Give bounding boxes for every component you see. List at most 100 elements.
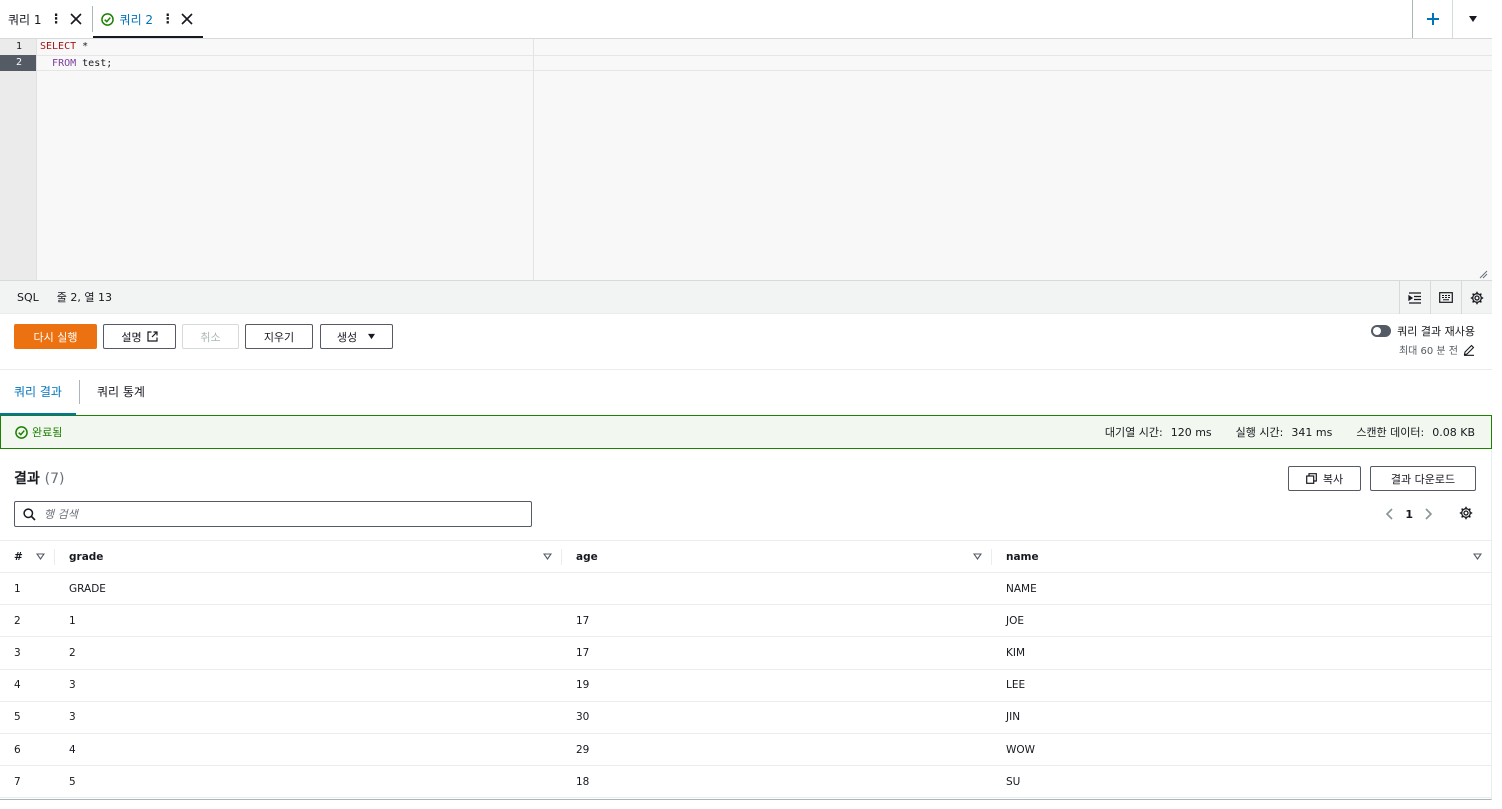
reuse-max-age: 최대 60 분 전 <box>1398 346 1458 357</box>
new-query-button[interactable] <box>1412 0 1452 38</box>
tab-query-2[interactable]: 쿼리 2 ⋮ <box>92 0 204 38</box>
explain-label: 설명 <box>121 330 142 344</box>
tab-divider <box>79 380 80 404</box>
column-title: grade <box>69 550 104 563</box>
create-dropdown-button[interactable]: 생성 <box>320 324 393 349</box>
column-title: # <box>14 550 23 563</box>
row-search-field[interactable] <box>14 501 532 527</box>
cell-grade: GRADE <box>55 572 562 606</box>
search-icon <box>23 507 36 521</box>
cell-name: NAME <box>992 572 1492 606</box>
cell-age <box>562 572 992 606</box>
data-scanned-label: 스캔한 데이터: <box>1356 426 1425 439</box>
cell-index: 5 <box>0 701 55 734</box>
chevron-left-icon[interactable] <box>1385 508 1393 520</box>
cell-grade: 5 <box>55 765 562 799</box>
tab-query-1[interactable]: 쿼리 1 ⋮ <box>0 0 92 38</box>
tab-query-results[interactable]: 쿼리 결과 <box>0 370 76 415</box>
results-panel: 결과 (7) 복사 결과 다운로드 1 # grade <box>0 449 1492 800</box>
cell-grade: 3 <box>55 669 562 702</box>
query-action-row: 다시 실행 설명 취소 지우기 생성 쿼리 결과 재사용 최대 60 분 전 <box>0 314 1492 369</box>
query-stats-summary: 대기열 시간: 120 ms 실행 시간: 341 ms 스캔한 데이터: 0.… <box>1081 416 1475 448</box>
column-header-index[interactable]: # <box>0 540 55 573</box>
copy-icon <box>1305 473 1317 484</box>
code-text: test; <box>76 58 113 69</box>
queue-time-label: 대기열 시간: <box>1104 426 1163 439</box>
more-options-icon[interactable]: ⋮ <box>161 12 174 27</box>
sql-editor[interactable]: 1 2 SELECT * FROM test; <box>0 39 1492 281</box>
result-tabs: 쿼리 결과 쿼리 통계 <box>0 369 1492 415</box>
success-check-icon <box>100 12 114 26</box>
data-scanned-value: 0.08 KB <box>1432 425 1475 439</box>
cell-name: KIM <box>992 636 1492 670</box>
cell-index: 6 <box>0 733 55 767</box>
download-results-button[interactable]: 결과 다운로드 <box>1370 466 1476 491</box>
cell-index: 7 <box>0 765 55 799</box>
query-tab-bar: 쿼리 1 ⋮ 쿼리 2 ⋮ <box>0 0 1492 39</box>
indent-icon <box>1408 291 1421 304</box>
status-text: 완료됨 <box>32 426 63 439</box>
editor-language: SQL <box>17 290 39 304</box>
results-table: # grade age name 1 GRADE NAME 2 1 17 JOE… <box>0 540 1492 799</box>
sort-caret-icon <box>973 553 982 560</box>
table-row: 2 1 17 JOE <box>0 604 1492 638</box>
resize-handle-icon[interactable] <box>1479 268 1488 279</box>
cell-age: 17 <box>562 604 992 638</box>
run-time-value: 341 ms <box>1291 425 1333 439</box>
sort-caret-icon <box>36 553 45 560</box>
cell-grade: 1 <box>55 604 562 638</box>
query-status-banner: 완료됨 대기열 시간: 120 ms 실행 시간: 341 ms 스캔한 데이터… <box>0 415 1492 449</box>
tabs-dropdown-button[interactable] <box>1452 0 1492 38</box>
chevron-right-icon[interactable] <box>1425 508 1433 520</box>
table-preferences-button[interactable] <box>1459 506 1473 523</box>
cell-age: 30 <box>562 701 992 734</box>
column-header-grade[interactable]: grade <box>55 540 562 573</box>
table-row: 6 4 29 WOW <box>0 733 1492 767</box>
code-area[interactable]: SELECT * FROM test; <box>37 39 1492 71</box>
table-row: 1 GRADE NAME <box>0 572 1492 606</box>
queue-time-value: 120 ms <box>1170 425 1212 439</box>
cell-name: WOW <box>992 733 1492 767</box>
current-page[interactable]: 1 <box>1405 508 1413 521</box>
tab-label: 쿼리 1 <box>8 12 42 27</box>
table-header-row: # grade age name <box>0 540 1492 573</box>
column-header-age[interactable]: age <box>562 540 992 573</box>
plus-icon <box>1426 13 1439 25</box>
format-query-button[interactable] <box>1399 281 1430 314</box>
caret-down-icon <box>368 333 376 340</box>
close-icon[interactable] <box>68 11 84 27</box>
gear-icon <box>1470 291 1484 304</box>
more-options-icon[interactable]: ⋮ <box>50 12 63 27</box>
print-margin <box>533 39 534 280</box>
keyboard-shortcuts-button[interactable] <box>1430 281 1461 314</box>
cell-age: 29 <box>562 733 992 767</box>
row-search-input[interactable] <box>44 507 504 521</box>
table-row: 7 5 18 SU <box>0 765 1492 799</box>
sql-keyword: FROM <box>52 58 77 69</box>
cell-name: JIN <box>992 701 1492 734</box>
column-title: name <box>1006 550 1039 563</box>
reuse-results-toggle[interactable] <box>1371 325 1392 337</box>
sort-caret-icon <box>1473 553 1482 560</box>
column-header-name[interactable]: name <box>992 540 1492 573</box>
run-time-label: 실행 시간: <box>1235 426 1284 439</box>
editor-status-bar: SQL 줄 2, 열 13 <box>0 281 1492 314</box>
reuse-label: 쿼리 결과 재사용 <box>1397 325 1475 338</box>
cell-name: JOE <box>992 604 1492 638</box>
cell-age: 18 <box>562 765 992 799</box>
copy-button[interactable]: 복사 <box>1288 466 1361 491</box>
explain-button[interactable]: 설명 <box>103 324 176 349</box>
editor-tools <box>1399 281 1492 314</box>
line-number: 1 <box>15 41 22 52</box>
edit-pencil-icon[interactable] <box>1463 344 1475 356</box>
editor-settings-button[interactable] <box>1461 281 1492 314</box>
cancel-button[interactable]: 취소 <box>182 324 239 349</box>
sort-caret-icon <box>543 553 552 560</box>
clear-button[interactable]: 지우기 <box>245 324 313 349</box>
tab-query-stats[interactable]: 쿼리 통계 <box>83 370 159 415</box>
code-line-2: FROM test; <box>37 55 1492 71</box>
cell-index: 3 <box>0 636 55 670</box>
run-again-button[interactable]: 다시 실행 <box>14 324 97 349</box>
close-icon[interactable] <box>179 11 195 27</box>
